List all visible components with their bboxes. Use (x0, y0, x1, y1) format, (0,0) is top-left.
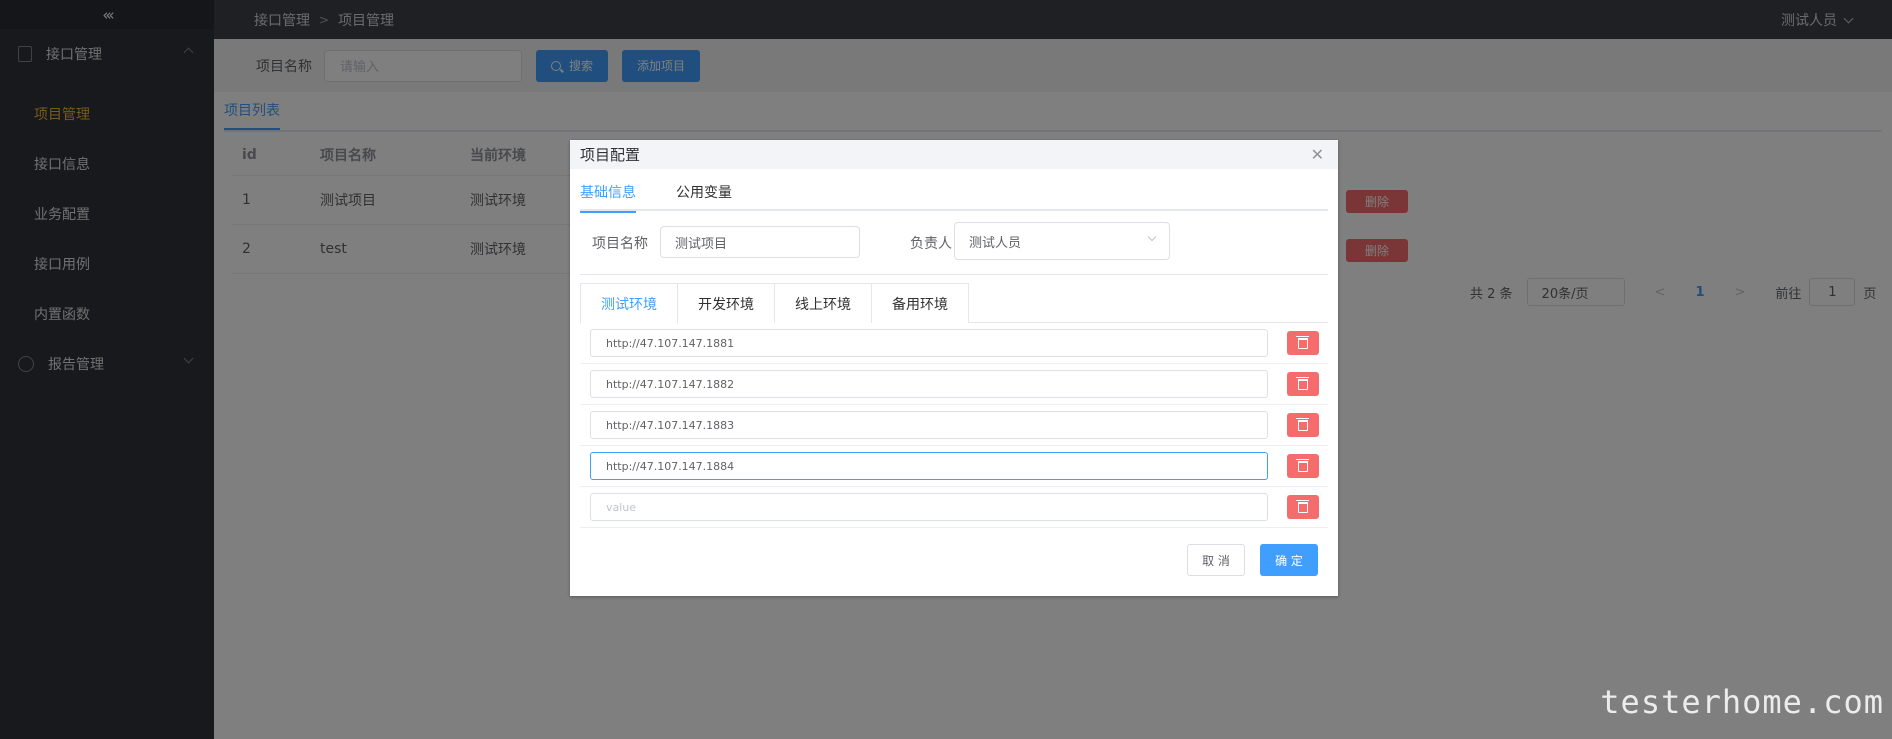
trash-icon (1296, 417, 1309, 431)
cancel-button[interactable]: 取 消 (1187, 544, 1245, 576)
env-url-input[interactable]: http://47.107.147.1884 (590, 452, 1268, 480)
trash-icon (1296, 499, 1309, 513)
env-url-input[interactable]: http://47.107.147.1882 (590, 370, 1268, 398)
tab-basic-info[interactable]: 基础信息 (580, 182, 636, 213)
env-url-input-empty[interactable]: value (590, 493, 1268, 521)
tab-prod-env[interactable]: 线上环境 (774, 283, 872, 323)
dialog-tabs: 基础信息 公用变量 (580, 169, 1328, 213)
project-name-field-label: 项目名称 (592, 236, 648, 252)
tab-common-vars[interactable]: 公用变量 (676, 182, 732, 211)
owner-select-value: 测试人员 (969, 235, 1022, 251)
env-row: http://47.107.147.1881 (580, 323, 1328, 364)
dialog-header: 项目配置 ✕ (570, 140, 1338, 169)
delete-env-button[interactable] (1287, 413, 1319, 437)
tab-backup-env[interactable]: 备用环境 (871, 283, 969, 323)
env-tabs: 测试环境 开发环境 线上环境 备用环境 (580, 283, 1328, 324)
env-row: http://47.107.147.1884 (580, 446, 1328, 487)
project-config-dialog: 项目配置 ✕ 基础信息 公用变量 项目名称 测试项目 负责人 测试人员 测试环境… (570, 140, 1338, 596)
owner-field-label: 负责人 (910, 236, 952, 252)
env-url-input[interactable]: http://47.107.147.1883 (590, 411, 1268, 439)
tab-test-env[interactable]: 测试环境 (580, 283, 678, 324)
tab-dev-env[interactable]: 开发环境 (677, 283, 775, 323)
close-icon[interactable]: ✕ (1311, 145, 1324, 164)
owner-select[interactable]: 测试人员 (954, 222, 1170, 260)
env-row: value (580, 487, 1328, 528)
trash-icon (1296, 376, 1309, 390)
trash-icon (1296, 458, 1309, 472)
project-name-field[interactable]: 测试项目 (660, 226, 860, 258)
env-row: http://47.107.147.1883 (580, 405, 1328, 446)
delete-env-button[interactable] (1287, 495, 1319, 519)
trash-icon (1296, 335, 1309, 349)
env-url-input[interactable]: http://47.107.147.1881 (590, 329, 1268, 357)
watermark: testerhome.com (1600, 683, 1884, 721)
dialog-title: 项目配置 (580, 146, 641, 164)
basic-info-form: 项目名称 测试项目 负责人 测试人员 (580, 211, 1328, 275)
env-row: http://47.107.147.1882 (580, 364, 1328, 405)
confirm-button[interactable]: 确 定 (1260, 544, 1318, 576)
chevron-down-icon (1147, 232, 1157, 242)
dialog-footer: 取 消 确 定 (1187, 544, 1318, 576)
delete-env-button[interactable] (1287, 372, 1319, 396)
delete-env-button[interactable] (1287, 331, 1319, 355)
delete-env-button[interactable] (1287, 454, 1319, 478)
